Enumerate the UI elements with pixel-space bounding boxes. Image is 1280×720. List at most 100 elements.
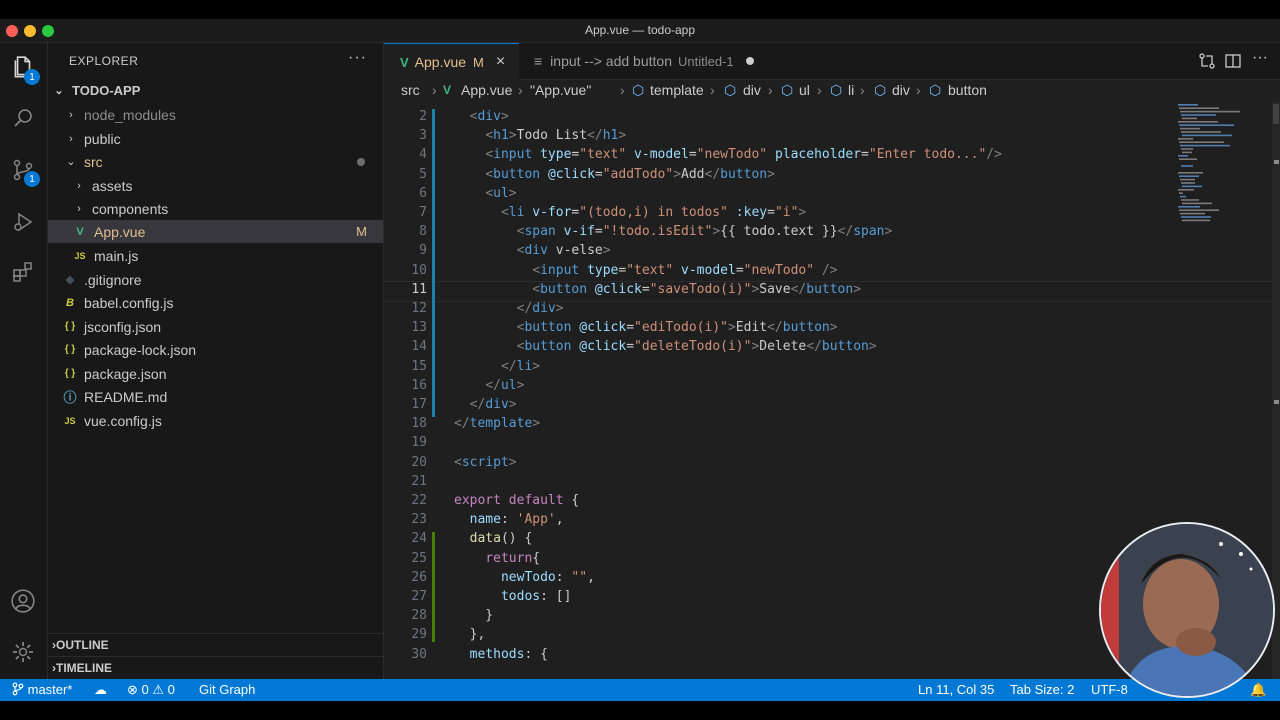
line-text: <button @click="deleteTodo(i)">Delete</b…	[516, 339, 877, 355]
code-line[interactable]: 5 <button @click="addTodo">Add</button>	[384, 167, 1280, 186]
tab-app-vue[interactable]: V App.vue M ×	[384, 43, 519, 80]
line-text: <button @click="saveTodo(i)">Save</butto…	[532, 281, 862, 297]
encoding[interactable]: UTF-8	[1091, 682, 1128, 697]
element-icon: ⬡	[781, 82, 794, 98]
branch-status-item[interactable]: master*	[12, 682, 72, 697]
notifications-bell-icon[interactable]: 🔔	[1250, 682, 1266, 698]
line-number: 2	[419, 109, 427, 124]
tree-item-main-js[interactable]: JS main.js	[48, 244, 383, 267]
code-line[interactable]: 12 </div>	[384, 301, 1280, 320]
chevron-right-icon: ›	[620, 82, 625, 98]
breadcrumb-item[interactable]: li	[848, 82, 854, 98]
code-line[interactable]: 7 <li v-for="(todo,i) in todos" :key="i"…	[384, 205, 1280, 224]
code-line[interactable]: 9 <div v-else>	[384, 243, 1280, 262]
tab-untitled-1[interactable]: ≡ input --> add button Untitled-1	[520, 43, 776, 79]
tree-item-public[interactable]: › public	[48, 127, 383, 150]
code-line[interactable]: 23 name: 'App',	[384, 512, 1280, 531]
vue-file-icon: V	[443, 83, 452, 97]
outline-panel-header[interactable]: › OUTLINE	[48, 633, 383, 656]
code-line[interactable]: 18 </template>	[384, 416, 1280, 435]
open-changes-button[interactable]	[1198, 52, 1216, 75]
source-control-activity-button[interactable]: 1	[8, 155, 40, 187]
manage-activity-button[interactable]	[8, 637, 38, 667]
sync-icon[interactable]: ☁	[94, 682, 107, 698]
code-line[interactable]: 10 <input type="text" v-model="newTodo" …	[384, 263, 1280, 282]
title-bar: App.vue — todo-app	[0, 19, 1280, 43]
breadcrumb-item[interactable]: div	[892, 82, 910, 98]
cursor-position[interactable]: Ln 11, Col 35	[918, 682, 994, 697]
minimap-line	[1181, 148, 1193, 150]
breadcrumb-item[interactable]: App.vue	[461, 82, 512, 98]
git-graph-button[interactable]: Git Graph	[199, 682, 255, 697]
explorer-badge: 1	[24, 69, 40, 85]
code-line[interactable]: 4 <input type="text" v-model="newTodo" p…	[384, 147, 1280, 166]
tree-item-gitignore[interactable]: ◆ .gitignore	[48, 268, 383, 291]
line-number: 12	[411, 301, 427, 316]
breadcrumb-item[interactable]: ul	[799, 82, 810, 98]
code-line[interactable]: 16 </ul>	[384, 378, 1280, 397]
breadcrumb-item[interactable]: div	[743, 82, 761, 98]
unsaved-dot-icon[interactable]	[745, 57, 754, 65]
tree-item-label: src	[84, 153, 103, 170]
minimap-line	[1181, 131, 1221, 133]
breadcrumb-item[interactable]: src	[401, 82, 420, 98]
javascript-file-icon: JS	[64, 415, 76, 426]
line-text: <div>	[469, 109, 509, 124]
tree-item-src[interactable]: ⌄ src	[48, 150, 383, 173]
problems-status-item[interactable]: ⊗ 0 ⚠ 0	[127, 682, 175, 698]
code-line[interactable]: 22 export default {	[384, 493, 1280, 512]
code-line[interactable]: 2 <div>	[384, 109, 1280, 128]
code-line[interactable]: 15 </li>	[384, 359, 1280, 378]
tree-item-readme[interactable]: ⓘ README.md	[48, 385, 383, 408]
code-line[interactable]: 17 </div>	[384, 397, 1280, 416]
tree-item-babel-config[interactable]: B babel.config.js	[48, 291, 383, 314]
explorer-more-actions-button[interactable]: ···	[348, 49, 367, 67]
minimap-line	[1181, 165, 1193, 167]
breadcrumb-item[interactable]: button	[948, 82, 987, 98]
tree-item-assets[interactable]: › assets	[48, 174, 383, 197]
chevron-right-icon: ›	[77, 202, 81, 215]
code-line[interactable]: 14 <button @click="deleteTodo(i)">Delete…	[384, 339, 1280, 358]
code-line[interactable]: 21	[384, 474, 1280, 493]
breadcrumb-item[interactable]: template	[650, 82, 704, 98]
tab-size[interactable]: Tab Size: 2	[1010, 682, 1074, 697]
tree-item-package-lock[interactable]: { } package-lock.json	[48, 338, 383, 361]
line-number: 28	[411, 608, 427, 624]
line-text: },	[454, 627, 486, 643]
extensions-activity-button[interactable]	[8, 257, 38, 287]
chevron-right-icon: ›	[710, 82, 715, 98]
tree-item-components[interactable]: › components	[48, 197, 383, 220]
code-line[interactable]: 3 <h1>Todo List</h1>	[384, 128, 1280, 147]
split-editor-button[interactable]	[1224, 52, 1242, 75]
line-text: <input type="text" v-model="newTodo" />	[532, 262, 838, 278]
more-actions-icon[interactable]: ···	[1252, 49, 1268, 67]
error-count: 0	[141, 682, 149, 697]
accounts-activity-button[interactable]	[8, 586, 38, 616]
explorer-activity-button[interactable]: 1	[8, 53, 40, 85]
code-line[interactable]: 20 <script>	[384, 455, 1280, 474]
element-icon: ⬡	[874, 82, 887, 98]
tree-item-jsconfig[interactable]: { } jsconfig.json	[48, 315, 383, 338]
code-line[interactable]: 8 <span v-if="!todo.isEdit">{{ todo.text…	[384, 224, 1280, 243]
timeline-panel-header[interactable]: › TIMELINE	[48, 656, 383, 679]
code-line[interactable]: 11 <button @click="saveTodo(i)">Save</bu…	[384, 280, 1280, 302]
search-activity-button[interactable]	[8, 103, 38, 133]
minimap-line	[1182, 219, 1210, 222]
line-number: 19	[411, 435, 427, 451]
tree-item-node-modules[interactable]: › node_modules	[48, 103, 383, 126]
minimap[interactable]	[1174, 102, 1274, 232]
tree-item-vue-config[interactable]: JS vue.config.js	[48, 409, 383, 432]
line-text: <div v-else>	[516, 243, 611, 259]
close-icon[interactable]: ×	[496, 53, 505, 71]
tree-item-app-vue[interactable]: V App.vue M	[48, 220, 383, 243]
json-file-icon: { }	[64, 344, 76, 355]
tree-item-package-json[interactable]: { } package.json	[48, 362, 383, 385]
breadcrumb-item[interactable]: "App.vue"	[530, 82, 591, 98]
code-line[interactable]: 19	[384, 435, 1280, 454]
workspace-folder-header[interactable]: ⌄ TODO-APP	[48, 79, 383, 102]
run-debug-activity-button[interactable]	[8, 207, 38, 237]
code-line[interactable]: 6 <ul>	[384, 186, 1280, 205]
git-change-gutter	[432, 109, 435, 417]
line-text: export default {	[454, 493, 580, 508]
code-line[interactable]: 13 <button @click="ediTodo(i)">Edit</but…	[384, 320, 1280, 339]
